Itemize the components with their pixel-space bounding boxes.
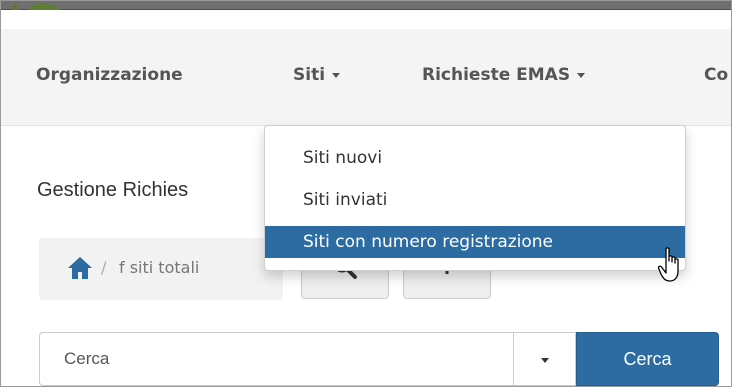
nav-richieste-emas-label: Richieste EMAS xyxy=(422,65,571,85)
siti-dropdown-menu: Siti nuovi Siti inviati Siti con numero … xyxy=(264,125,686,271)
hand-cursor-icon xyxy=(658,247,679,282)
browser-viewport: Organizzazione Siti Richieste EMAS Co Ge… xyxy=(0,0,732,387)
search-button[interactable]: Cerca xyxy=(576,332,719,386)
nav-item-truncated[interactable]: Co xyxy=(704,63,728,87)
nav-item-truncated-label: Co xyxy=(704,65,729,85)
caret-down-icon xyxy=(577,72,586,78)
caret-down-icon xyxy=(541,358,549,363)
leaf-decoration-icon xyxy=(11,1,61,10)
nav-organizzazione[interactable]: Organizzazione xyxy=(36,63,183,87)
search-input[interactable] xyxy=(39,332,513,386)
breadcrumb-current: f siti totali xyxy=(119,258,200,277)
menu-item-siti-nuovi[interactable]: Siti nuovi xyxy=(265,142,685,174)
nav-siti-label: Siti xyxy=(293,65,326,85)
menu-item-siti-inviati[interactable]: Siti inviati xyxy=(265,184,685,216)
caret-down-icon xyxy=(332,72,341,78)
header-banner xyxy=(1,1,731,29)
top-navbar: Organizzazione Siti Richieste EMAS Co xyxy=(1,29,731,126)
breadcrumb: / f siti totali xyxy=(39,238,283,300)
home-icon[interactable] xyxy=(67,255,93,281)
search-bar: Cerca xyxy=(39,332,719,386)
breadcrumb-separator: / xyxy=(101,258,107,277)
banner-image-strip xyxy=(1,1,731,10)
page-title: Gestione Richies xyxy=(37,179,189,201)
menu-item-siti-con-numero-registrazione[interactable]: Siti con numero registrazione xyxy=(265,226,685,258)
nav-siti-dropdown[interactable]: Siti xyxy=(293,63,341,87)
nav-organizzazione-label: Organizzazione xyxy=(36,65,183,85)
search-options-toggle[interactable] xyxy=(513,332,576,386)
nav-richieste-emas-dropdown[interactable]: Richieste EMAS xyxy=(422,63,586,87)
